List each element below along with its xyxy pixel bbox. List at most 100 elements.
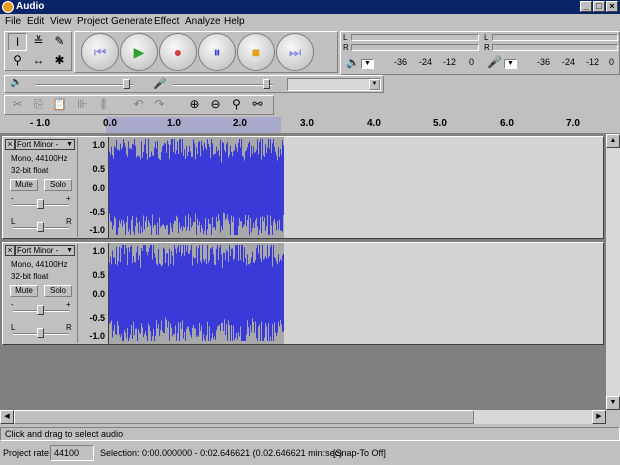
scale-label: 0.5 (92, 164, 105, 174)
track-name: Fort Minor - (17, 140, 59, 149)
pause-button[interactable]: ⏸ (198, 33, 236, 71)
zoom-tool-icon[interactable]: ⚲ (8, 52, 27, 70)
timeshift-tool-icon[interactable]: ↔ (29, 52, 48, 70)
output-volume-slider[interactable] (123, 79, 130, 89)
microphone-icon: 🎤 (487, 55, 502, 69)
gain-minus-label: - (11, 194, 14, 203)
horizontal-scrollbar[interactable]: ◀ ▶ (0, 410, 606, 424)
play-meter-left (351, 34, 479, 41)
play-button[interactable]: ▶ (120, 33, 158, 71)
draw-tool-icon[interactable]: ✎ (50, 33, 69, 51)
window-title: Audio (16, 1, 45, 12)
waveform-display[interactable] (109, 243, 603, 344)
zoom-out-icon[interactable]: ⊖ (206, 96, 225, 114)
track-format: Mono, 44100Hz (11, 260, 68, 269)
menu-effect[interactable]: Effect (154, 16, 179, 27)
timeline-ruler[interactable]: - 1.0 0.0 1.0 2.0 3.0 4.0 5.0 6.0 7.0 (0, 117, 620, 134)
gain-plus-label: + (66, 300, 71, 309)
menu-generate[interactable]: Generate (111, 16, 153, 27)
vertical-scrollbar[interactable]: ▲ ▼ (606, 134, 620, 410)
gain-slider[interactable] (37, 199, 44, 209)
amplitude-scale: 1.0 0.5 0.0 -0.5 -1.0 (79, 137, 109, 238)
solo-button[interactable]: Solo (44, 179, 72, 191)
scale-label: 0.0 (92, 183, 105, 193)
minimize-button[interactable]: _ (580, 1, 592, 12)
undo-icon[interactable]: ↶ (129, 96, 148, 114)
rec-tick: -12 (586, 57, 600, 67)
pan-right-label: R (66, 217, 72, 226)
audio-track-1[interactable]: × Fort Minor - ▼ Mono, 44100Hz 32-bit flo… (2, 136, 604, 239)
selection-tool-icon[interactable]: I (8, 33, 27, 51)
menu-help[interactable]: Help (224, 16, 245, 27)
close-button[interactable]: × (606, 1, 618, 12)
skip-end-button[interactable]: ⏭ (276, 33, 314, 71)
audio-track-2[interactable]: × Fort Minor - ▼ Mono, 44100Hz 32-bit flo… (2, 242, 604, 345)
menu-project[interactable]: Project (77, 16, 108, 27)
track-name-menu[interactable]: Fort Minor - ▼ (15, 139, 75, 150)
tracks-area[interactable]: × Fort Minor - ▼ Mono, 44100Hz 32-bit flo… (0, 134, 606, 410)
menu-bar: File Edit View Project Generate Effect A… (0, 14, 620, 30)
horizontal-scroll-thumb[interactable] (14, 410, 474, 424)
track-bit-depth: 32-bit float (11, 272, 49, 281)
speaker-icon: 🔈 (346, 57, 360, 69)
envelope-tool-icon[interactable]: ≚ (29, 33, 48, 51)
menu-view[interactable]: View (50, 16, 72, 27)
scroll-left-icon[interactable]: ◀ (0, 410, 14, 424)
redo-icon[interactable]: ↷ (150, 96, 169, 114)
zoom-in-icon[interactable]: ⊕ (185, 96, 204, 114)
stop-icon: ■ (251, 44, 261, 60)
pan-slider[interactable] (37, 222, 44, 232)
chevron-down-icon: ▼ (66, 247, 73, 254)
paste-icon[interactable]: 📋 (50, 96, 69, 114)
menu-file[interactable]: File (5, 16, 21, 27)
scale-label: 1.0 (92, 246, 105, 256)
menu-edit[interactable]: Edit (27, 16, 44, 27)
waveform-display[interactable] (109, 137, 603, 238)
rec-meter-left-label: L (484, 33, 489, 42)
fit-selection-icon[interactable]: ⚲ (227, 96, 246, 114)
status-hint-bar: Click and drag to select audio (0, 427, 620, 441)
app-icon (2, 1, 14, 13)
scroll-right-icon[interactable]: ▶ (592, 410, 606, 424)
scale-label: 1.0 (92, 140, 105, 150)
multi-tool-icon[interactable]: ✱ (50, 52, 69, 70)
stop-button[interactable]: ■ (237, 33, 275, 71)
pan-left-label: L (11, 323, 16, 332)
input-source-select[interactable]: ▼ (287, 78, 381, 91)
silence-icon[interactable]: ⫼ (94, 96, 113, 114)
play-meter-left-label: L (343, 33, 348, 42)
amplitude-scale: 1.0 0.5 0.0 -0.5 -1.0 (79, 243, 109, 344)
input-volume-slider[interactable] (263, 79, 270, 89)
record-button[interactable]: ● (159, 33, 197, 71)
play-meter-dropdown[interactable]: ▼ (361, 59, 374, 69)
rec-meter-dropdown[interactable]: ▼ (504, 59, 517, 69)
mixer-toolbar: 🔈 🎤 ▼ (4, 75, 384, 93)
chevron-down-icon: ▼ (369, 79, 380, 90)
status-bar: Project rate: 44100 Selection: 0:00.0000… (0, 443, 620, 465)
ruler-label: 4.0 (367, 118, 381, 129)
copy-icon[interactable]: ⎘ (29, 96, 48, 114)
track-close-icon[interactable]: × (5, 139, 15, 150)
cut-icon[interactable]: ✂ (8, 96, 27, 114)
trim-icon[interactable]: ⊪ (73, 96, 92, 114)
mute-button[interactable]: Mute (10, 285, 38, 297)
skip-start-button[interactable]: ⏮ (81, 33, 119, 71)
play-tick: -12 (443, 57, 457, 67)
maximize-button[interactable]: □ (593, 1, 605, 12)
solo-button[interactable]: Solo (44, 285, 72, 297)
play-meter-right-label: R (343, 43, 349, 52)
skip-end-icon: ⏭ (288, 44, 302, 60)
menu-analyze[interactable]: Analyze (185, 16, 221, 27)
gain-slider[interactable] (37, 305, 44, 315)
track-format: Mono, 44100Hz (11, 154, 68, 163)
pan-slider[interactable] (37, 328, 44, 338)
fit-project-icon[interactable]: ⚯ (248, 96, 267, 114)
scroll-down-icon[interactable]: ▼ (606, 396, 620, 410)
pause-icon: ⏸ (213, 44, 221, 60)
mute-button[interactable]: Mute (10, 179, 38, 191)
track-close-icon[interactable]: × (5, 245, 15, 256)
scroll-up-icon[interactable]: ▲ (606, 134, 620, 148)
project-rate-field[interactable]: 44100 (50, 445, 94, 461)
track-name-menu[interactable]: Fort Minor - ▼ (15, 245, 75, 256)
ruler-selection (106, 117, 281, 133)
